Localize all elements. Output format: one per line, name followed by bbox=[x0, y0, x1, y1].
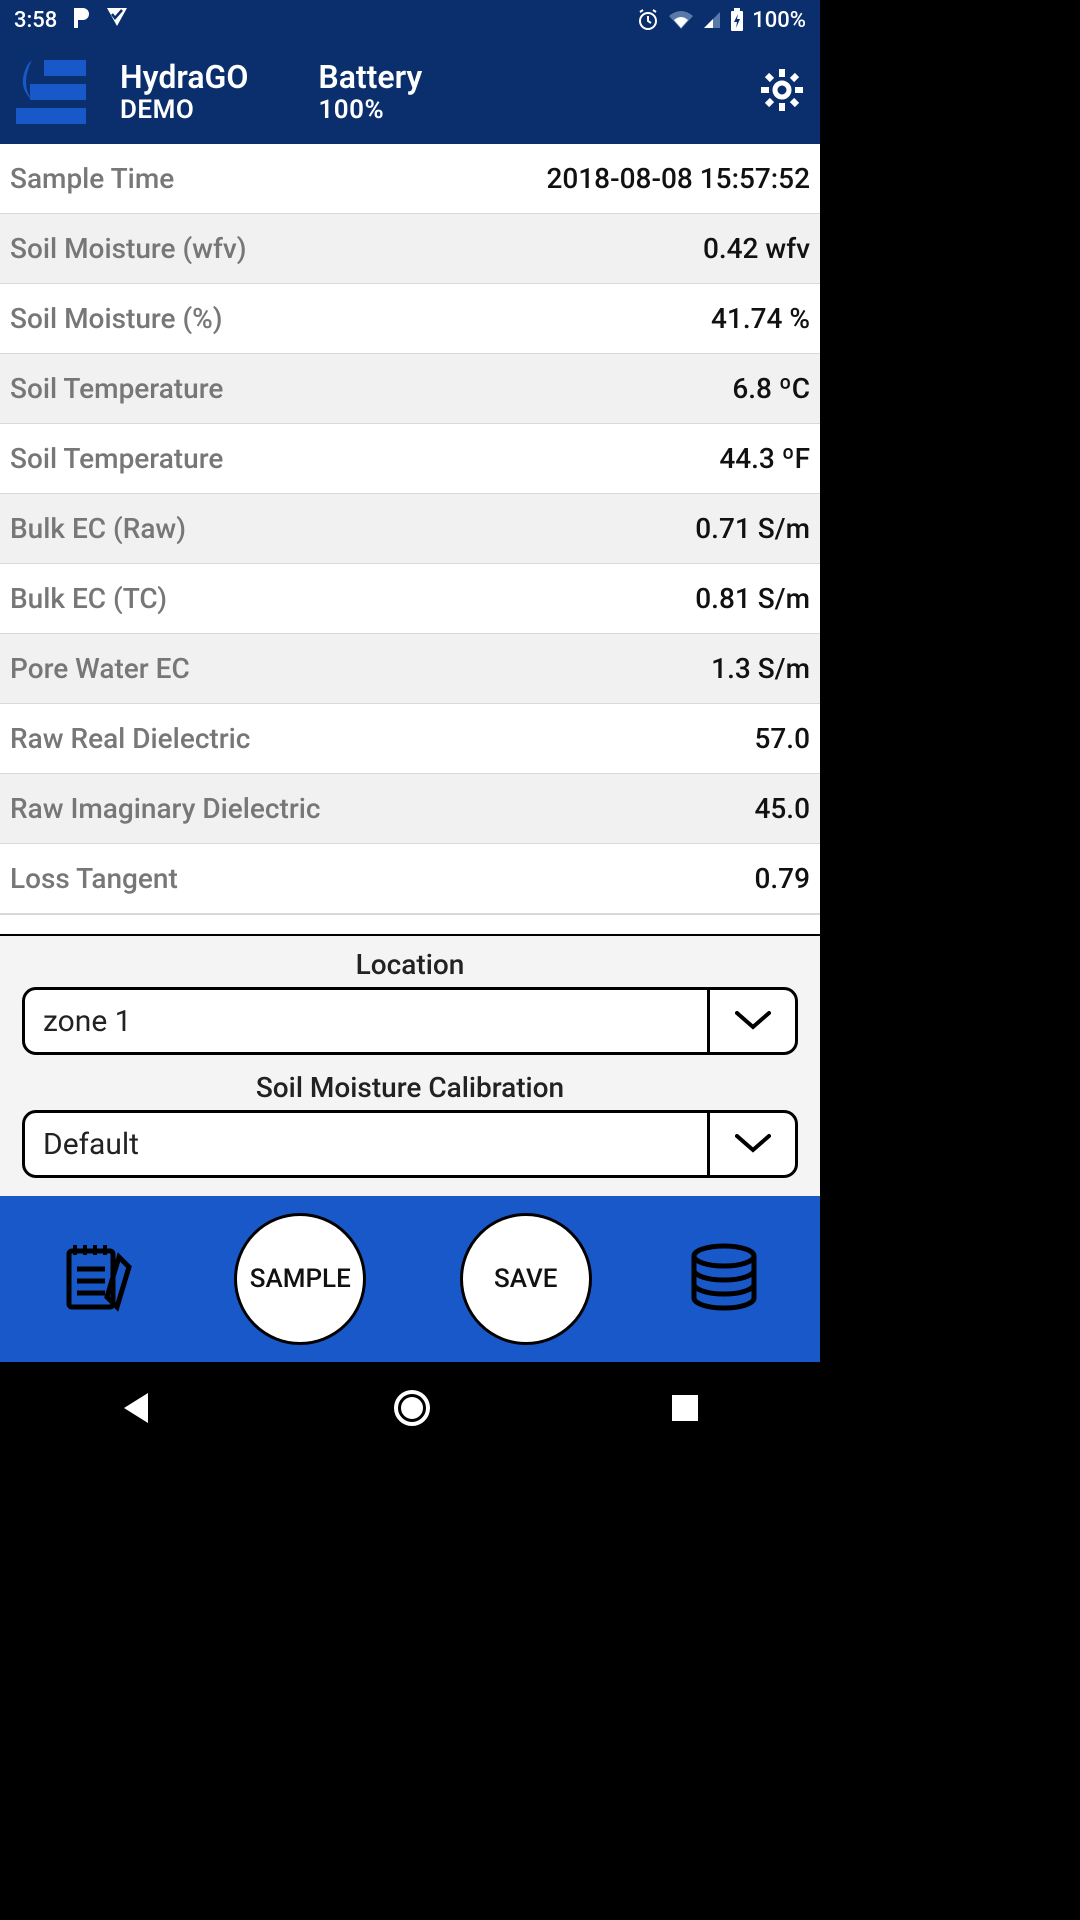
calibration-dropdown[interactable]: Default bbox=[22, 1110, 798, 1178]
battery-charging-icon bbox=[730, 8, 744, 32]
android-status-bar: 3:58 100% bbox=[0, 0, 820, 40]
location-value: zone 1 bbox=[25, 990, 707, 1052]
row-raw-imag-dielectric: Raw Imaginary Dielectric45.0 bbox=[0, 774, 820, 844]
row-bulk-ec-raw: Bulk EC (Raw)0.71 S/m bbox=[0, 494, 820, 564]
location-dropdown[interactable]: zone 1 bbox=[22, 987, 798, 1055]
row-peek-next bbox=[0, 914, 820, 936]
calibration-label: Soil Moisture Calibration bbox=[0, 1071, 820, 1104]
row-soil-temp-c: Soil Temperature6.8 ºC bbox=[0, 354, 820, 424]
android-nav-bar bbox=[0, 1362, 820, 1458]
header-battery-col: Battery 100% bbox=[318, 59, 422, 126]
action-bar: SAMPLE SAVE bbox=[0, 1196, 820, 1361]
square-recent-icon bbox=[668, 1391, 702, 1425]
database-button[interactable] bbox=[685, 1238, 763, 1320]
nav-home-button[interactable] bbox=[391, 1387, 433, 1433]
notes-button[interactable] bbox=[57, 1235, 141, 1323]
circle-home-icon bbox=[391, 1387, 433, 1429]
measurement-list: Sample Time2018-08-08 15:57:52 Soil Mois… bbox=[0, 144, 820, 936]
nav-recent-button[interactable] bbox=[668, 1391, 702, 1429]
settings-button[interactable] bbox=[758, 66, 806, 118]
app-name: HydraGO bbox=[120, 59, 248, 96]
sample-button[interactable]: SAMPLE bbox=[234, 1213, 366, 1345]
app-sub: DEMO bbox=[120, 96, 248, 126]
alarm-icon bbox=[636, 8, 660, 32]
calibration-value: Default bbox=[25, 1113, 707, 1175]
status-time: 3:58 bbox=[14, 8, 57, 33]
wifi-icon bbox=[668, 10, 694, 30]
battery-value: 100% bbox=[318, 96, 422, 126]
checkmark-shield-icon bbox=[105, 6, 129, 34]
selector-panel: Location zone 1 Soil Moisture Calibratio… bbox=[0, 936, 820, 1196]
chevron-down-icon bbox=[707, 1113, 795, 1175]
gear-icon bbox=[758, 66, 806, 114]
p-icon bbox=[71, 6, 91, 34]
chevron-down-icon bbox=[707, 990, 795, 1052]
row-loss-tangent: Loss Tangent0.79 bbox=[0, 844, 820, 914]
cellular-icon bbox=[702, 10, 722, 30]
triangle-back-icon bbox=[118, 1389, 156, 1427]
app-logo-icon bbox=[14, 52, 94, 132]
row-raw-real-dielectric: Raw Real Dielectric57.0 bbox=[0, 704, 820, 774]
row-soil-temp-f: Soil Temperature44.3 ºF bbox=[0, 424, 820, 494]
battery-label: Battery bbox=[318, 59, 422, 96]
row-soil-moisture-wfv: Soil Moisture (wfv)0.42 wfv bbox=[0, 214, 820, 284]
row-bulk-ec-tc: Bulk EC (TC)0.81 S/m bbox=[0, 564, 820, 634]
save-button[interactable]: SAVE bbox=[460, 1213, 592, 1345]
app-header: HydraGO DEMO Battery 100% bbox=[0, 40, 820, 144]
row-pore-water-ec: Pore Water EC1.3 S/m bbox=[0, 634, 820, 704]
location-label: Location bbox=[0, 948, 820, 981]
status-battery-text: 100% bbox=[752, 8, 806, 33]
row-soil-moisture-pct: Soil Moisture (%)41.74 % bbox=[0, 284, 820, 354]
header-app-col: HydraGO DEMO bbox=[120, 59, 248, 126]
database-icon bbox=[685, 1238, 763, 1316]
row-sample-time: Sample Time2018-08-08 15:57:52 bbox=[0, 144, 820, 214]
nav-back-button[interactable] bbox=[118, 1389, 156, 1431]
notes-icon bbox=[57, 1235, 141, 1319]
